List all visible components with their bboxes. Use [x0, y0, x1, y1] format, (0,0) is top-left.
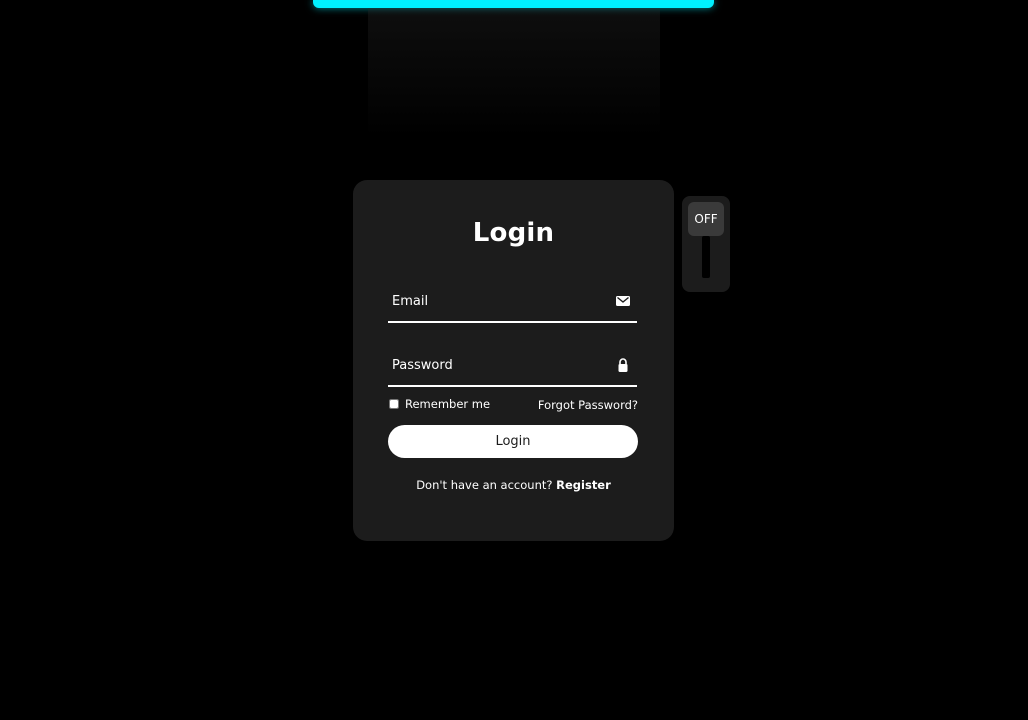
password-field-group	[388, 347, 637, 387]
login-options: Remember me Forgot Password?	[388, 397, 638, 413]
switch-track	[702, 236, 710, 278]
register-prompt: Don't have an account? Register	[353, 478, 674, 492]
remember-me-checkbox[interactable]	[389, 399, 399, 409]
switch-knob[interactable]: OFF	[688, 202, 724, 236]
email-field[interactable]	[388, 283, 607, 319]
email-field-group	[388, 283, 637, 323]
lock-icon	[615, 357, 631, 373]
login-button[interactable]: Login	[388, 425, 638, 458]
password-field[interactable]	[388, 347, 607, 383]
switch-state-label: OFF	[694, 212, 718, 226]
lamp-glow	[368, 8, 660, 138]
forgot-password-link[interactable]: Forgot Password?	[538, 398, 638, 412]
register-prompt-text: Don't have an account?	[416, 478, 553, 492]
login-title: Login	[472, 218, 555, 248]
lamp-switch[interactable]: OFF	[682, 196, 730, 292]
remember-me-label: Remember me	[405, 397, 491, 411]
login-card: Login Remember me	[353, 180, 674, 541]
lamp-light-bar	[313, 0, 714, 8]
login-page: Login Remember me	[0, 0, 1028, 720]
register-link[interactable]: Register	[556, 478, 611, 492]
envelope-icon	[615, 293, 631, 309]
remember-me[interactable]: Remember me	[388, 397, 490, 411]
